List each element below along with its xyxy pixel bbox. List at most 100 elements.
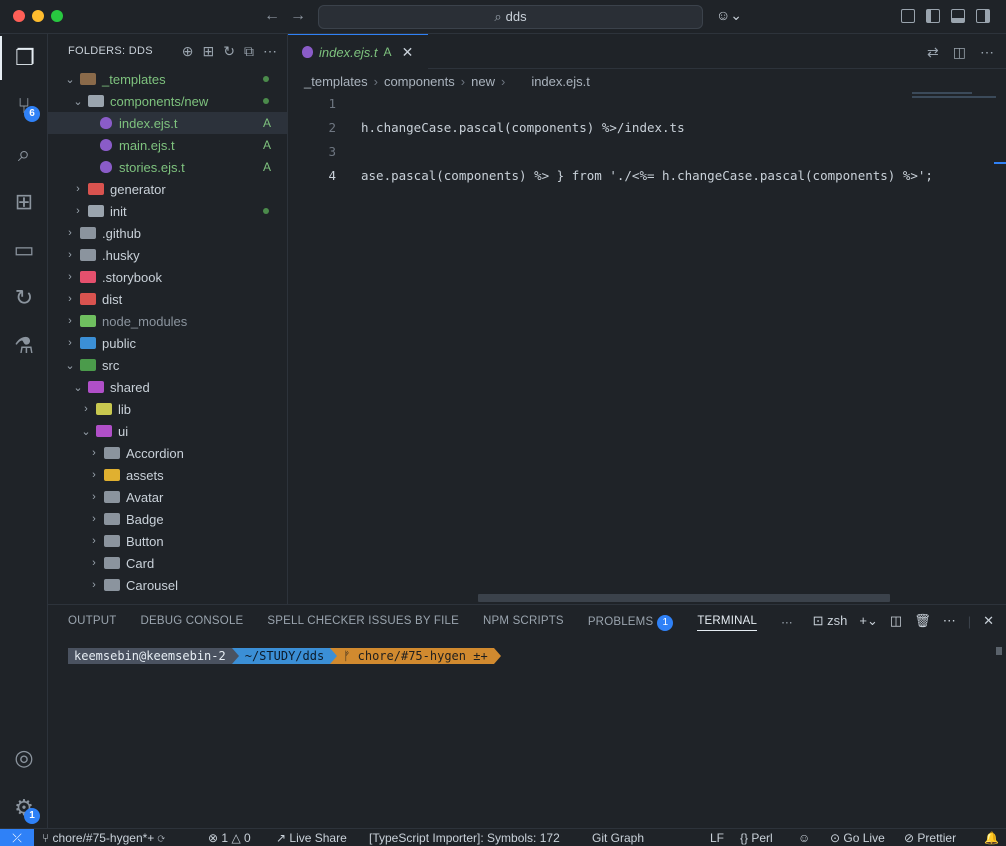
chevron-right-icon[interactable]: › — [64, 249, 76, 261]
tab-debug-console[interactable]: DEBUG CONSOLE — [140, 615, 243, 631]
close-tab-icon[interactable]: ✕ — [402, 44, 414, 61]
split-editor-icon[interactable]: ◫ — [953, 44, 966, 61]
chevron-right-icon[interactable]: › — [64, 337, 76, 349]
chevron-right-icon[interactable]: › — [64, 315, 76, 327]
chevron-right-icon[interactable]: › — [88, 491, 100, 503]
more-actions-icon[interactable]: ⋯ — [980, 44, 994, 61]
copilot-icon[interactable]: ☺⌄ — [716, 7, 742, 24]
git-graph-status[interactable]: Git Graph — [592, 831, 644, 845]
typescript-importer-status[interactable]: [TypeScript Importer]: Symbols: 172 — [369, 831, 560, 845]
tree-item[interactable]: ⌄ src — [48, 354, 287, 376]
language-mode[interactable]: {} Perl — [740, 831, 773, 845]
breadcrumb-item[interactable]: components — [384, 74, 455, 89]
new-terminal-icon[interactable]: +⌄ — [859, 613, 877, 629]
tree-item[interactable]: › .storybook — [48, 266, 287, 288]
new-folder-icon[interactable]: ⊞ — [203, 43, 215, 60]
tab-output[interactable]: OUTPUT — [68, 615, 116, 631]
tree-item[interactable]: › .github — [48, 222, 287, 244]
tree-item[interactable]: ⌄ components/new — [48, 90, 287, 112]
testing-icon[interactable]: ⚗ — [0, 324, 48, 368]
refresh-icon[interactable]: ↻ — [223, 43, 235, 60]
chevron-right-icon[interactable]: › — [72, 183, 84, 195]
tree-item[interactable]: index.ejs.t A — [48, 112, 287, 134]
split-terminal-icon[interactable]: ◫ — [890, 613, 902, 629]
toggle-panel-icon[interactable] — [951, 9, 965, 23]
tree-item[interactable]: › node_modules — [48, 310, 287, 332]
chevron-right-icon[interactable]: › — [64, 293, 76, 305]
chevron-right-icon[interactable]: › — [88, 579, 100, 591]
chevron-down-icon[interactable]: ⌄ — [64, 359, 76, 372]
tree-item[interactable]: main.ejs.t A — [48, 134, 287, 156]
breadcrumb-item[interactable]: index.ejs.t — [531, 74, 590, 89]
remote-explorer-icon[interactable]: ▭ — [0, 228, 48, 272]
git-branch[interactable]: ⑂ chore/#75-hygen*+ ⟳ — [42, 831, 165, 845]
chevron-right-icon[interactable]: › — [88, 535, 100, 547]
source-control-icon[interactable]: ⑂ 6 — [0, 84, 48, 128]
horizontal-scrollbar[interactable] — [478, 594, 890, 602]
tree-item[interactable]: › Accordion — [48, 442, 287, 464]
search-icon[interactable]: ⌕ — [0, 132, 48, 176]
notifications-icon[interactable]: 🔔 — [984, 831, 999, 845]
copilot-status-icon[interactable]: ☺ — [798, 831, 810, 845]
chevron-right-icon[interactable]: › — [64, 227, 76, 239]
terminal-scrollbar[interactable] — [996, 647, 1002, 655]
extensions-icon[interactable]: ⊞ — [0, 180, 48, 224]
minimize-window-button[interactable] — [32, 10, 44, 22]
tree-item[interactable]: › init — [48, 200, 287, 222]
tree-item[interactable]: › Carousel — [48, 574, 287, 596]
live-share-icon[interactable]: ↻ — [0, 276, 48, 320]
problems-status[interactable]: ⊗ 1 △ 0 — [208, 831, 251, 845]
close-window-button[interactable] — [13, 10, 25, 22]
tab-index-ejs-t[interactable]: index.ejs.t A ✕ — [288, 34, 428, 69]
tree-item[interactable]: › generator — [48, 178, 287, 200]
maximize-window-button[interactable] — [51, 10, 63, 22]
more-tabs-icon[interactable]: ⋯ — [781, 615, 793, 631]
eol-status[interactable]: LF — [710, 831, 724, 845]
explorer-icon[interactable]: ❐ — [0, 36, 48, 80]
chevron-down-icon[interactable]: ⌄ — [72, 95, 84, 108]
close-panel-icon[interactable]: ✕ — [983, 613, 994, 629]
more-actions-icon[interactable]: ⋯ — [263, 43, 277, 60]
tree-item[interactable]: stories.ejs.t A — [48, 156, 287, 178]
toggle-secondary-sidebar-icon[interactable] — [976, 9, 990, 23]
tab-spell-checker[interactable]: SPELL CHECKER ISSUES BY FILE — [267, 615, 459, 631]
tree-item[interactable]: › Button — [48, 530, 287, 552]
tree-item[interactable]: › assets — [48, 464, 287, 486]
chevron-right-icon[interactable]: › — [88, 447, 100, 459]
code-line[interactable]: ase.pascal(components) %> } from './<%= … — [361, 168, 933, 183]
collapse-all-icon[interactable]: ⧉ — [244, 43, 254, 60]
chevron-right-icon[interactable]: › — [88, 557, 100, 569]
chevron-down-icon[interactable]: ⌄ — [80, 425, 92, 438]
breadcrumb-item[interactable]: new — [471, 74, 495, 89]
tree-item[interactable]: ⌄ shared — [48, 376, 287, 398]
terminal-prompt[interactable]: keemsebin@keemsebin-2 ~/STUDY/dds ᚠ chor… — [68, 648, 501, 664]
tree-item[interactable]: › Card — [48, 552, 287, 574]
tab-terminal[interactable]: TERMINAL — [697, 615, 758, 631]
trash-icon[interactable]: 🗑 — [914, 613, 931, 629]
go-live-status[interactable]: ⊙ Go Live — [830, 831, 885, 845]
back-arrow-icon[interactable]: ← — [264, 7, 280, 25]
tab-problems[interactable]: PROBLEMS 1 — [588, 615, 674, 631]
breadcrumb-item[interactable]: _templates — [304, 74, 368, 89]
chevron-right-icon[interactable]: › — [88, 513, 100, 525]
chevron-right-icon[interactable]: › — [80, 403, 92, 415]
command-center-search[interactable]: ⌕ dds — [318, 5, 703, 29]
tree-item[interactable]: › lib — [48, 398, 287, 420]
tree-item[interactable]: › Avatar — [48, 486, 287, 508]
remote-indicator-icon[interactable]: ⤫ — [0, 829, 34, 846]
chevron-right-icon[interactable]: › — [64, 271, 76, 283]
tree-item[interactable]: › dist — [48, 288, 287, 310]
code-line[interactable]: h.changeCase.pascal(components) %>/index… — [361, 120, 685, 135]
new-file-icon[interactable]: ⊕ — [182, 43, 194, 60]
chevron-right-icon[interactable]: › — [72, 205, 84, 217]
tab-npm-scripts[interactable]: NPM SCRIPTS — [483, 615, 564, 631]
more-actions-icon[interactable]: ⋯ — [943, 613, 956, 629]
chevron-down-icon[interactable]: ⌄ — [72, 381, 84, 394]
forward-arrow-icon[interactable]: → — [290, 7, 306, 25]
live-share-status[interactable]: ↗ Live Share — [276, 831, 347, 845]
code-editor[interactable]: 1 2 3 4 h.changeCase.pascal(components) … — [288, 92, 1006, 592]
tree-item[interactable]: ⌄ _templates — [48, 68, 287, 90]
tree-item[interactable]: ⌄ ui — [48, 420, 287, 442]
tree-item[interactable]: › .husky — [48, 244, 287, 266]
minimap[interactable] — [912, 92, 996, 102]
